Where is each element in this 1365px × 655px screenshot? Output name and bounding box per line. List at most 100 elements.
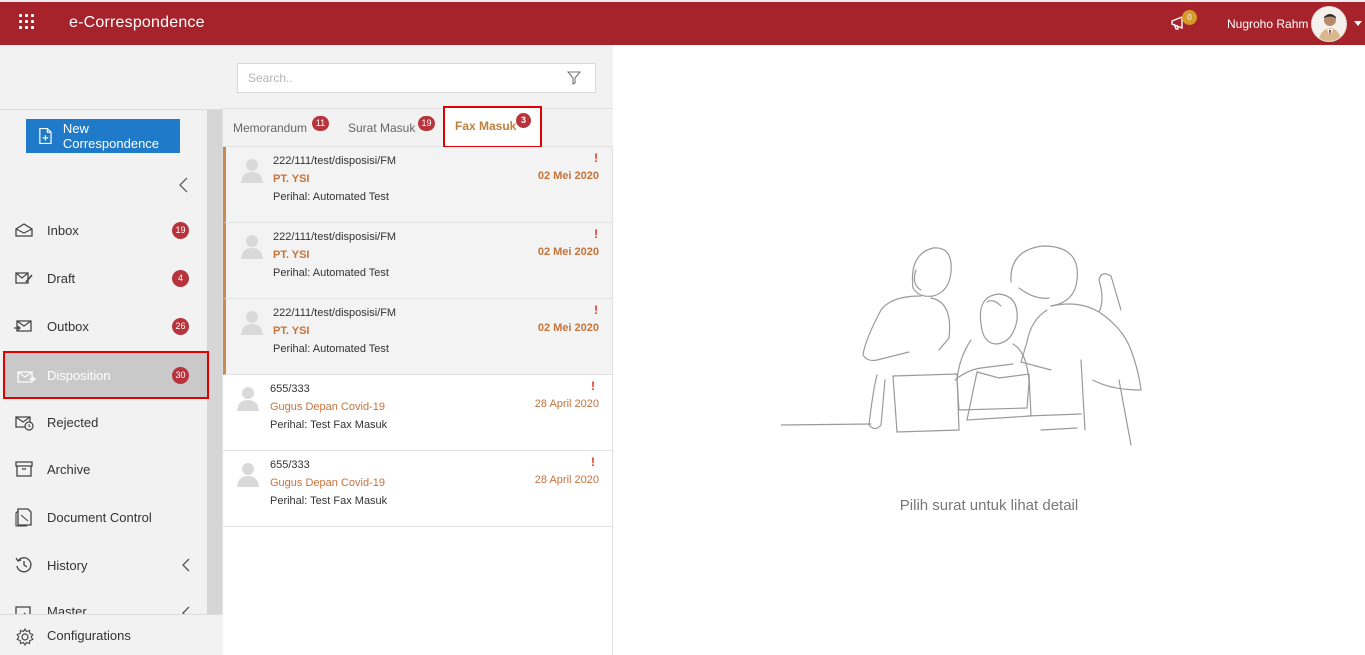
- outbox-count-badge: 26: [172, 317, 189, 335]
- tab-label: Fax Masuk: [455, 119, 517, 133]
- user-name[interactable]: Nugroho Rahm: [1227, 17, 1308, 31]
- letter-date: 02 Mei 2020: [537, 170, 599, 182]
- letter-number: 655/333: [270, 383, 310, 395]
- sender-name: Gugus Depan Covid-19: [270, 477, 385, 489]
- notification-badge: 0: [1182, 10, 1197, 25]
- sidebar-item-master[interactable]: Master: [0, 589, 207, 614]
- inbox-count-badge: 19: [172, 221, 189, 239]
- tab-fax-masuk[interactable]: Fax Masuk 3: [443, 106, 542, 148]
- sidebar-item-label: Draft: [47, 270, 76, 286]
- avatar[interactable]: [1311, 6, 1347, 42]
- priority-flag-icon: !: [591, 379, 595, 393]
- sidebar-item-document-control[interactable]: Document Control: [0, 493, 207, 541]
- letter-number: 655/333: [270, 459, 310, 471]
- new-document-icon: [39, 127, 52, 145]
- letter-subject: Perihal: Test Fax Masuk: [270, 495, 388, 507]
- letter-subject: Perihal: Automated Test: [273, 191, 389, 203]
- sidebar-item-disposition[interactable]: Disposition 30: [3, 351, 209, 399]
- user-menu-caret-icon[interactable]: [1354, 21, 1362, 26]
- letter-date: 28 April 2020: [534, 474, 599, 486]
- sender-avatar-icon: [241, 159, 263, 183]
- sidebar-item-label: Document Control: [47, 509, 152, 525]
- letter-number: 222/111/test/disposisi/FM: [273, 155, 397, 167]
- sidebar-item-rejected[interactable]: Rejected: [0, 398, 207, 446]
- list-item[interactable]: 222/111/test/disposisi/FM PT. YSI Periha…: [223, 223, 612, 299]
- history-icon: [15, 557, 32, 573]
- sender-name: PT. YSI: [273, 249, 310, 261]
- sidebar: New Correspondence Inbox 19 Draft 4 Outb…: [0, 45, 223, 655]
- list-item[interactable]: 655/333 Gugus Depan Covid-19 Perihal: Te…: [223, 451, 612, 527]
- empty-state-message: Pilih surat untuk lihat detail: [899, 497, 1079, 514]
- letter-number: 222/111/test/disposisi/FM: [273, 231, 397, 243]
- sender-name: PT. YSI: [273, 173, 310, 185]
- master-icon: [15, 606, 31, 614]
- sidebar-item-label: Archive: [47, 461, 91, 477]
- search-bar: [223, 45, 613, 109]
- sidebar-item-inbox[interactable]: Inbox 19: [0, 206, 207, 254]
- archive-icon: [15, 461, 33, 477]
- sender-avatar-icon: [241, 311, 263, 335]
- draft-icon: [15, 272, 33, 284]
- new-correspondence-button[interactable]: New Correspondence: [26, 119, 180, 153]
- apps-grid-icon[interactable]: [19, 14, 37, 32]
- tab-surat-masuk[interactable]: Surat Masuk 19: [348, 109, 448, 147]
- letter-subject: Perihal: Automated Test: [273, 343, 389, 355]
- list-item[interactable]: 222/111/test/disposisi/FM PT. YSI Periha…: [223, 299, 612, 375]
- detail-pane: Pilih surat untuk lihat detail: [613, 45, 1365, 655]
- document-control-icon: [15, 508, 32, 527]
- search-input[interactable]: [237, 63, 596, 93]
- sidebar-item-outbox[interactable]: Outbox 26: [0, 302, 207, 350]
- tab-label: Surat Masuk: [348, 121, 416, 135]
- sidebar-item-history[interactable]: History: [0, 541, 207, 589]
- sender-avatar-icon: [241, 235, 263, 259]
- team-illustration: [781, 245, 1142, 446]
- letter-date: 02 Mei 2020: [537, 246, 599, 258]
- priority-flag-icon: !: [594, 151, 598, 165]
- sender-avatar-icon: [237, 463, 259, 487]
- sidebar-item-configurations[interactable]: Configurations: [0, 614, 223, 655]
- collapse-sidebar-chevron-icon[interactable]: [177, 176, 191, 194]
- sender-avatar-icon: [237, 387, 259, 411]
- tab-count-badge: 11: [312, 116, 329, 131]
- chevron-left-icon: [182, 606, 190, 614]
- chevron-left-icon: [182, 558, 190, 572]
- priority-flag-icon: !: [594, 303, 598, 317]
- sidebar-item-draft[interactable]: Draft 4: [0, 254, 207, 302]
- outbox-icon: [14, 320, 32, 332]
- sidebar-item-label: Inbox: [47, 222, 79, 238]
- filter-icon[interactable]: [567, 71, 581, 85]
- letter-date: 02 Mei 2020: [537, 322, 599, 334]
- tab-label: Memorandum: [233, 121, 308, 135]
- letter-subject: Perihal: Test Fax Masuk: [270, 419, 388, 431]
- sidebar-scrollbar[interactable]: [207, 110, 222, 615]
- new-correspondence-label: New Correspondence: [62, 121, 160, 151]
- sidebar-item-label: Disposition: [47, 367, 111, 383]
- sender-name: Gugus Depan Covid-19: [270, 401, 385, 413]
- list-item[interactable]: 655/333 Gugus Depan Covid-19 Perihal: Te…: [223, 375, 612, 451]
- sidebar-item-label: Master: [47, 604, 87, 614]
- app-title: e-Correspondence: [69, 14, 205, 31]
- gear-icon: [16, 628, 34, 646]
- sidebar-item-label: History: [47, 557, 88, 573]
- draft-count-badge: 4: [172, 269, 189, 287]
- letter-number: 222/111/test/disposisi/FM: [273, 307, 397, 319]
- letter-subject: Perihal: Automated Test: [273, 267, 389, 279]
- tab-count-badge: 19: [418, 116, 435, 131]
- sidebar-item-label: Rejected: [47, 414, 99, 430]
- inbox-icon: [15, 223, 33, 237]
- tab-memorandum[interactable]: Memorandum 11: [233, 109, 343, 147]
- letter-date: 28 April 2020: [534, 398, 599, 410]
- top-bar: e-Correspondence 0 Nugroho Rahm: [0, 0, 1365, 45]
- disposition-icon: [17, 371, 36, 383]
- sender-name: PT. YSI: [273, 325, 310, 337]
- sidebar-item-label: Outbox: [47, 318, 89, 334]
- message-list-pane: Memorandum 11 Surat Masuk 19 Fax Masuk 3…: [223, 45, 613, 655]
- sidebar-item-archive[interactable]: Archive: [0, 445, 207, 493]
- rejected-icon: [15, 416, 34, 431]
- category-tabs: Memorandum 11 Surat Masuk 19 Fax Masuk 3: [223, 106, 613, 148]
- list-item[interactable]: 222/111/test/disposisi/FM PT. YSI Periha…: [223, 147, 612, 223]
- tab-count-badge: 3: [516, 113, 531, 128]
- sidebar-header: [0, 45, 223, 110]
- priority-flag-icon: !: [594, 227, 598, 241]
- priority-flag-icon: !: [591, 455, 595, 469]
